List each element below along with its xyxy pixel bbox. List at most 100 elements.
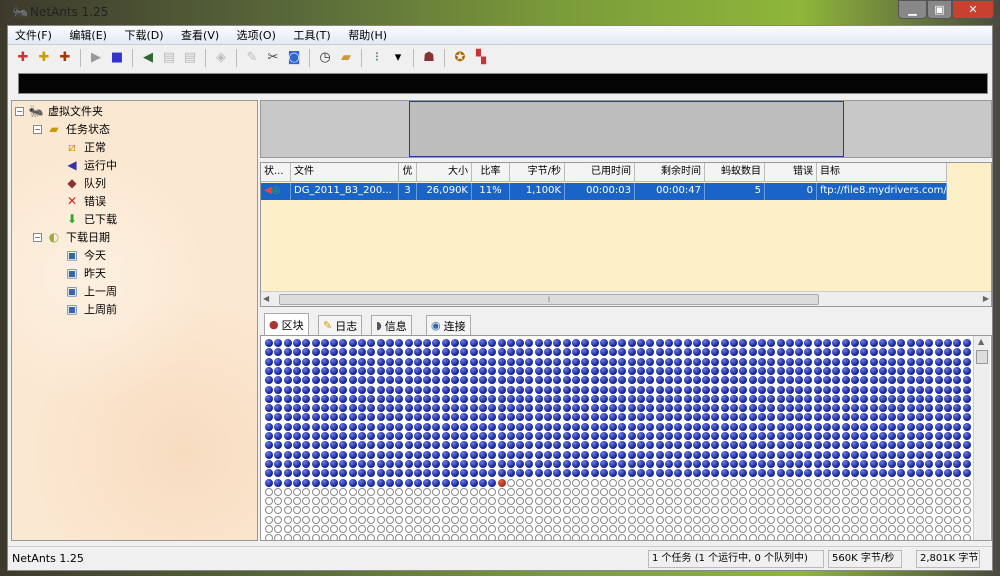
column-header[interactable]: 字节/秒 [510,163,565,182]
user-icon[interactable]: ☗ [420,49,438,67]
column-header[interactable]: 已用时间 [565,163,635,182]
column-header[interactable]: 蚂蚁数目 [705,163,765,182]
vertical-scrollbar[interactable]: ▲ [973,336,990,540]
block-pending [906,506,915,515]
start-icon[interactable]: ▶ [87,49,105,67]
block-pending [599,487,608,496]
menu-edit[interactable]: 编辑(E) [62,26,114,45]
tree-item-downloaded[interactable]: ⬇ 已下载 [64,211,117,227]
tree-task-status[interactable]: − ▰ 任务状态 [33,121,110,137]
column-header[interactable]: 大小 [417,163,472,182]
block-pending [906,478,915,487]
block-completed [692,441,701,450]
column-header[interactable]: 剩余时间 [635,163,705,182]
tab-connections[interactable]: ◉ 连接 [426,315,471,335]
minimize-button[interactable]: ▁ [898,0,927,19]
collapse-icon[interactable]: − [33,232,42,242]
exit-icon[interactable]: ▚ [472,49,490,67]
scrollbar-thumb[interactable]: ⁞ [279,294,819,305]
horizontal-scrollbar[interactable]: ◀ ⁞ ▶ [261,291,991,306]
ants-icon[interactable]: ◀ [139,49,157,67]
stop-icon[interactable]: ■ [108,49,126,67]
tab-info[interactable]: ◗ 信息 [371,315,412,335]
new-batch-icon[interactable]: ✚ [35,49,53,67]
maximize-button[interactable]: ▣ [927,0,952,19]
options-icon[interactable]: ✪ [451,49,469,67]
menu-options[interactable]: 选项(O) [230,26,283,45]
block-completed [376,469,385,478]
block-pending [274,506,283,515]
block-completed [404,478,413,487]
block-pending [823,534,831,540]
block-completed [395,478,404,487]
schedule-icon[interactable]: ◷ [316,49,334,67]
traffic-light-icon[interactable]: ⁝ [368,49,386,67]
block-pending [841,534,850,540]
properties-icon[interactable]: ✎ [243,49,261,67]
column-header[interactable]: 目标 [817,163,947,182]
drop-target-bar[interactable] [18,73,988,94]
block-completed [832,339,841,347]
block-pending [795,525,804,533]
block-completed [320,348,329,357]
block-completed [525,404,534,413]
new-task-icon[interactable]: ✚ [14,49,32,67]
delete-icon[interactable]: ◈ [212,49,230,67]
close-button[interactable]: ✕ [952,0,994,19]
block-completed [720,385,729,394]
block-completed [506,404,515,413]
block-completed [711,385,720,394]
block-completed [413,413,422,422]
tab-log[interactable]: ✎ 日志 [318,315,363,335]
tree-item-normal[interactable]: ⧄ 正常 [64,139,106,155]
menu-tools[interactable]: 工具(T) [286,26,337,45]
block-completed [664,357,673,366]
scroll-left-icon[interactable]: ◀ [263,294,269,303]
collapse-icon[interactable]: − [15,106,24,116]
column-header[interactable]: 错误 [765,163,817,182]
block-completed [850,459,859,468]
move-up-icon[interactable]: ▤ [160,49,178,67]
block-completed [860,404,869,413]
block-pending [664,534,673,540]
menu-download[interactable]: 下载(D) [117,26,170,45]
block-completed [702,357,711,366]
move-down-icon[interactable]: ▤ [181,49,199,67]
browser-icon[interactable]: ◙ [285,49,303,67]
block-completed [544,394,552,403]
tree-item-before-last-week[interactable]: ▣ 上周前 [64,301,117,317]
menu-file[interactable]: 文件(F) [8,26,59,45]
block-pending [283,497,292,506]
block-pending [702,525,711,533]
column-header[interactable]: 文件 [291,163,399,182]
connect-icon[interactable]: ✂ [264,49,282,67]
menu-help[interactable]: 帮助(H) [341,26,394,45]
column-header[interactable]: 状... [261,163,291,182]
dropdown-icon[interactable]: ▾ [389,49,407,67]
tree-item-running[interactable]: ◀ 运行中 [64,157,117,173]
column-header[interactable]: 优 [399,163,417,182]
scroll-up-icon[interactable]: ▲ [978,337,984,346]
block-pending [646,478,655,487]
collapse-icon[interactable]: − [33,124,42,134]
tree-item-queue[interactable]: ◆ 队列 [64,175,106,191]
scroll-right-icon[interactable]: ▶ [983,294,989,303]
column-header[interactable]: 比率 [472,163,510,182]
block-pending [683,506,692,515]
block-completed [385,394,394,403]
tree-item-today[interactable]: ▣ 今天 [64,247,106,263]
block-completed [469,450,478,459]
scrollbar-thumb[interactable] [976,350,988,364]
block-completed [562,348,571,357]
tree-item-last-week[interactable]: ▣ 上一周 [64,283,117,299]
tree-item-error[interactable]: ✕ 错误 [64,193,106,209]
tree-root[interactable]: − 🐜 虚拟文件夹 [15,103,103,119]
menu-view[interactable]: 查看(V) [174,26,226,45]
tree-download-date[interactable]: − ◐ 下载日期 [33,229,110,245]
block-completed [711,357,720,366]
folder-icon[interactable]: ▰ [337,49,355,67]
tab-blocks[interactable]: ● 区块 [264,313,309,335]
block-completed [599,450,608,459]
tree-item-yesterday[interactable]: ▣ 昨天 [64,265,106,281]
import-icon[interactable]: ✚ [56,49,74,67]
